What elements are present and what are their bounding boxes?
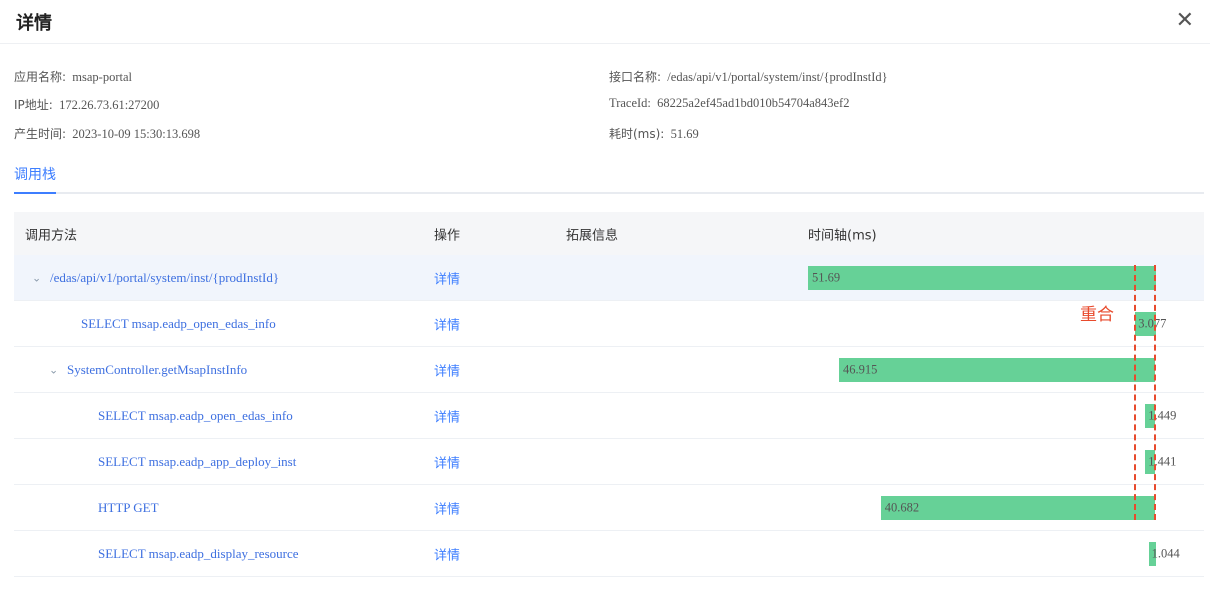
info-app: 应用名称: msap-portal [14,70,133,84]
duration-label: 40.682 [884,500,920,514]
duration-label: 1.449 [1148,408,1177,422]
table-row[interactable]: SELECT msap.eadp_open_edas_info 详情 1.449 [14,393,1204,439]
method-name: HTTP GET [98,499,159,515]
info-api: 接口名称: /edas/api/v1/portal/system/inst/{p… [609,70,888,84]
info-trace: TraceId: 68225a2ef45ad1bd010b54704a843ef… [609,96,850,110]
col-method: 调用方法 [25,228,78,243]
method-name: /edas/api/v1/portal/system/inst/{prodIns… [50,269,280,285]
info-time: 产生时间: 2023-10-09 15:30:13.698 [14,127,201,141]
overlap-line-left [1134,265,1136,520]
table-header: 调用方法 操作 拓展信息 时间轴(ms) [14,212,1204,255]
info-cost: 耗时(ms): 51.69 [609,127,699,141]
timeline-bar [838,358,1155,382]
chevron-down-icon[interactable]: ⌄ [49,363,58,376]
table-row[interactable]: ⌄ /edas/api/v1/portal/system/inst/{prodIn… [14,255,1204,301]
detail-link[interactable]: 详情 [434,268,460,287]
timeline-bar [880,496,1155,520]
dialog-header: 详情 ✕ [0,0,1210,44]
overlap-annotation: 重合 [1080,305,1114,325]
method-name: SELECT msap.eadp_app_deploy_inst [98,453,297,469]
detail-link[interactable]: 详情 [434,452,460,471]
duration-label: 51.69 [812,270,841,284]
tab-bar: 调用栈 [14,158,1204,194]
duration-label: 1.044 [1151,546,1180,560]
col-action: 操作 [434,228,461,243]
detail-link[interactable]: 详情 [434,406,460,425]
dialog-title: 详情 [16,13,52,34]
table-row[interactable]: SELECT msap.eadp_app_deploy_inst 详情 1.441 [14,439,1204,485]
duration-label: 1.441 [1148,454,1177,468]
chevron-down-icon[interactable]: ⌄ [32,271,41,284]
duration-label: 3.077 [1138,316,1167,330]
method-name: SELECT msap.eadp_open_edas_info [98,407,293,423]
detail-link[interactable]: 详情 [434,360,460,379]
tab-call-stack[interactable]: 调用栈 [14,164,56,194]
method-name: SystemController.getMsapInstInfo [67,361,248,377]
table-row[interactable]: SELECT msap.eadp_display_resource 详情 1.044 [14,531,1204,577]
close-icon[interactable]: ✕ [1176,8,1194,33]
col-timeline: 时间轴(ms) [808,228,877,243]
table-row[interactable]: ⌄ SystemController.getMsapInstInfo 详情 46.91… [14,347,1204,393]
col-ext: 拓展信息 [566,228,619,243]
detail-link[interactable]: 详情 [434,314,460,333]
duration-label: 46.915 [842,362,878,376]
method-name: SELECT msap.eadp_display_resource [98,545,299,561]
method-name: SELECT msap.eadp_open_edas_info [81,315,276,331]
table-row[interactable]: HTTP GET 详情 40.682 [14,485,1204,531]
call-stack-table: 调用方法 操作 拓展信息 时间轴(ms) ⌄ /edas/api/v1/porta… [14,212,1204,577]
detail-link[interactable]: 详情 [434,544,460,563]
detail-link[interactable]: 详情 [434,498,460,517]
overlap-line-right [1154,265,1156,520]
table-row[interactable]: SELECT msap.eadp_open_edas_info 详情 3.077 [14,301,1204,347]
timeline-bar [808,266,1156,290]
info-ip: IP地址: 172.26.73.61:27200 [14,98,160,112]
